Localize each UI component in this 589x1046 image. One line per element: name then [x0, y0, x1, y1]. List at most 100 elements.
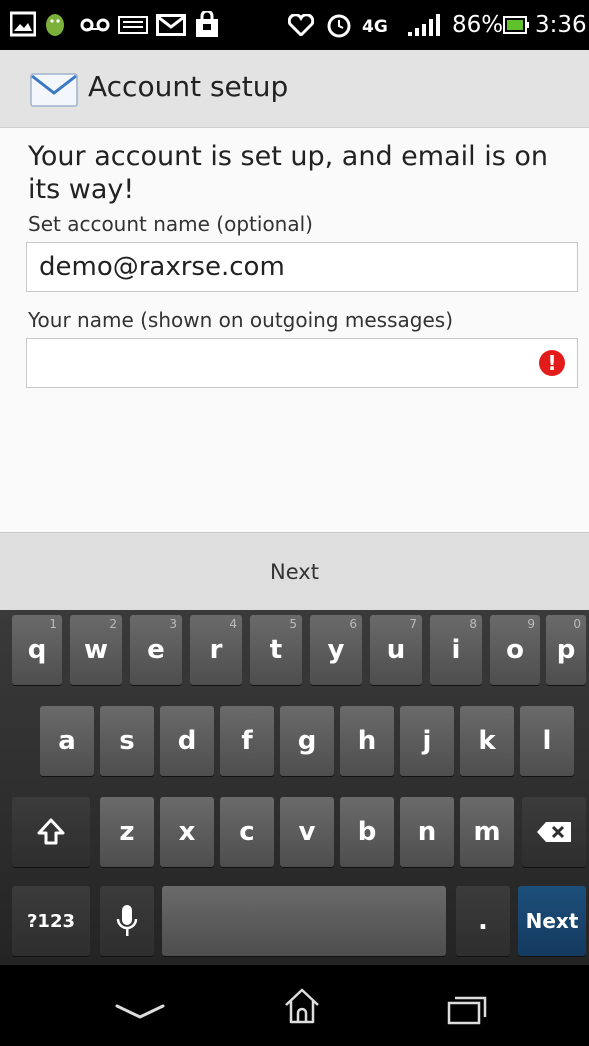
key-label: d — [177, 726, 197, 756]
key-hint: 6 — [349, 617, 357, 631]
key-z[interactable]: z — [100, 797, 154, 867]
page-title: Account setup — [88, 70, 289, 103]
next-key[interactable]: Next — [518, 886, 586, 956]
key-label: n — [417, 817, 437, 847]
account-name-label: Set account name (optional) — [28, 212, 313, 236]
key-label: t — [269, 635, 283, 665]
network-type: 4G — [362, 17, 388, 37]
key-l[interactable]: l — [520, 706, 574, 776]
your-name-label: Your name (shown on outgoing messages) — [28, 308, 453, 332]
key-label: a — [58, 726, 76, 756]
home-icon[interactable] — [282, 987, 322, 1025]
key-x[interactable]: x — [160, 797, 214, 867]
key-t[interactable]: t5 — [250, 615, 302, 685]
backspace-key[interactable] — [522, 797, 586, 867]
key-label: o — [506, 635, 524, 665]
key-k[interactable]: k — [460, 706, 514, 776]
next-button[interactable]: Next — [0, 533, 589, 611]
key-d[interactable]: d — [160, 706, 214, 776]
key-hint: 4 — [229, 617, 237, 631]
clock: 3:36 — [535, 12, 587, 38]
battery-percent: 86% — [452, 12, 504, 38]
key-label: j — [422, 726, 432, 756]
key-label: Next — [525, 909, 579, 933]
key-b[interactable]: b — [340, 797, 394, 867]
key-h[interactable]: h — [340, 706, 394, 776]
back-icon[interactable] — [115, 1003, 165, 1021]
key-label: q — [27, 635, 47, 665]
key-y[interactable]: y6 — [310, 615, 362, 685]
key-hint: 1 — [49, 617, 57, 631]
voicemail-icon — [80, 18, 110, 32]
account-name-field[interactable]: demo@raxrse.com — [26, 242, 578, 292]
key-m[interactable]: m — [460, 797, 514, 867]
error-icon: ! — [539, 350, 565, 376]
signal-icon — [408, 14, 440, 36]
key-u[interactable]: u7 — [370, 615, 422, 685]
microphone-icon — [116, 905, 138, 936]
key-hint: 5 — [289, 617, 297, 631]
key-e[interactable]: e3 — [130, 615, 182, 685]
key-label: u — [386, 635, 406, 665]
heart-icon — [288, 14, 314, 36]
key-s[interactable]: s — [100, 706, 154, 776]
key-hint: 9 — [527, 617, 535, 631]
key-label: c — [239, 817, 255, 847]
account-setup-form: Your account is set up, and email is on … — [0, 128, 589, 532]
shift-icon — [37, 818, 65, 845]
space-key[interactable] — [162, 886, 446, 956]
key-label: k — [478, 726, 496, 756]
symbols-key[interactable]: ?123 — [12, 886, 90, 956]
status-bar: 4G 86% 3:36 — [0, 0, 589, 50]
key-hint: 2 — [109, 617, 117, 631]
key-r[interactable]: r4 — [190, 615, 242, 685]
action-bar: Account setup — [0, 50, 589, 128]
key-a[interactable]: a — [40, 706, 94, 776]
key-label: ?123 — [26, 910, 75, 932]
key-label: z — [119, 817, 135, 847]
key-p[interactable]: p0 — [546, 615, 586, 685]
your-name-field[interactable]: ! — [26, 338, 578, 388]
key-label: m — [473, 817, 501, 847]
key-label: g — [297, 726, 317, 756]
navigation-bar — [0, 965, 589, 1046]
keyboard-icon — [118, 16, 148, 34]
key-o[interactable]: o9 — [490, 615, 540, 685]
key-label: e — [147, 635, 165, 665]
backspace-icon — [537, 822, 571, 842]
account-name-value: demo@raxrse.com — [39, 252, 285, 282]
picture-icon — [10, 11, 36, 37]
period-key[interactable]: . — [456, 886, 510, 956]
microphone-key[interactable] — [100, 886, 154, 956]
key-label: b — [357, 817, 377, 847]
alarm-icon — [327, 14, 351, 38]
key-hint: 3 — [169, 617, 177, 631]
shopping-bag-icon — [196, 11, 218, 37]
key-hint: 0 — [573, 617, 581, 631]
mail-icon — [30, 73, 78, 107]
battery-icon — [503, 16, 529, 34]
key-v[interactable]: v — [280, 797, 334, 867]
key-label: f — [241, 726, 253, 756]
key-w[interactable]: w2 — [70, 615, 122, 685]
key-hint: 8 — [469, 617, 477, 631]
key-label: x — [178, 817, 196, 847]
key-label: v — [298, 817, 316, 847]
key-label: r — [209, 635, 223, 665]
key-label: s — [119, 726, 135, 756]
setup-complete-message: Your account is set up, and email is on … — [28, 141, 548, 205]
key-label: w — [83, 635, 109, 665]
key-q[interactable]: q1 — [12, 615, 62, 685]
key-n[interactable]: n — [400, 797, 454, 867]
key-f[interactable]: f — [220, 706, 274, 776]
key-i[interactable]: i8 — [430, 615, 482, 685]
key-c[interactable]: c — [220, 797, 274, 867]
key-label: l — [542, 726, 552, 756]
key-g[interactable]: g — [280, 706, 334, 776]
key-label: . — [478, 906, 488, 936]
android-icon — [46, 14, 64, 36]
shift-key[interactable] — [12, 797, 90, 867]
key-label: p — [556, 635, 576, 665]
key-j[interactable]: j — [400, 706, 454, 776]
recent-apps-icon[interactable] — [447, 995, 487, 1025]
